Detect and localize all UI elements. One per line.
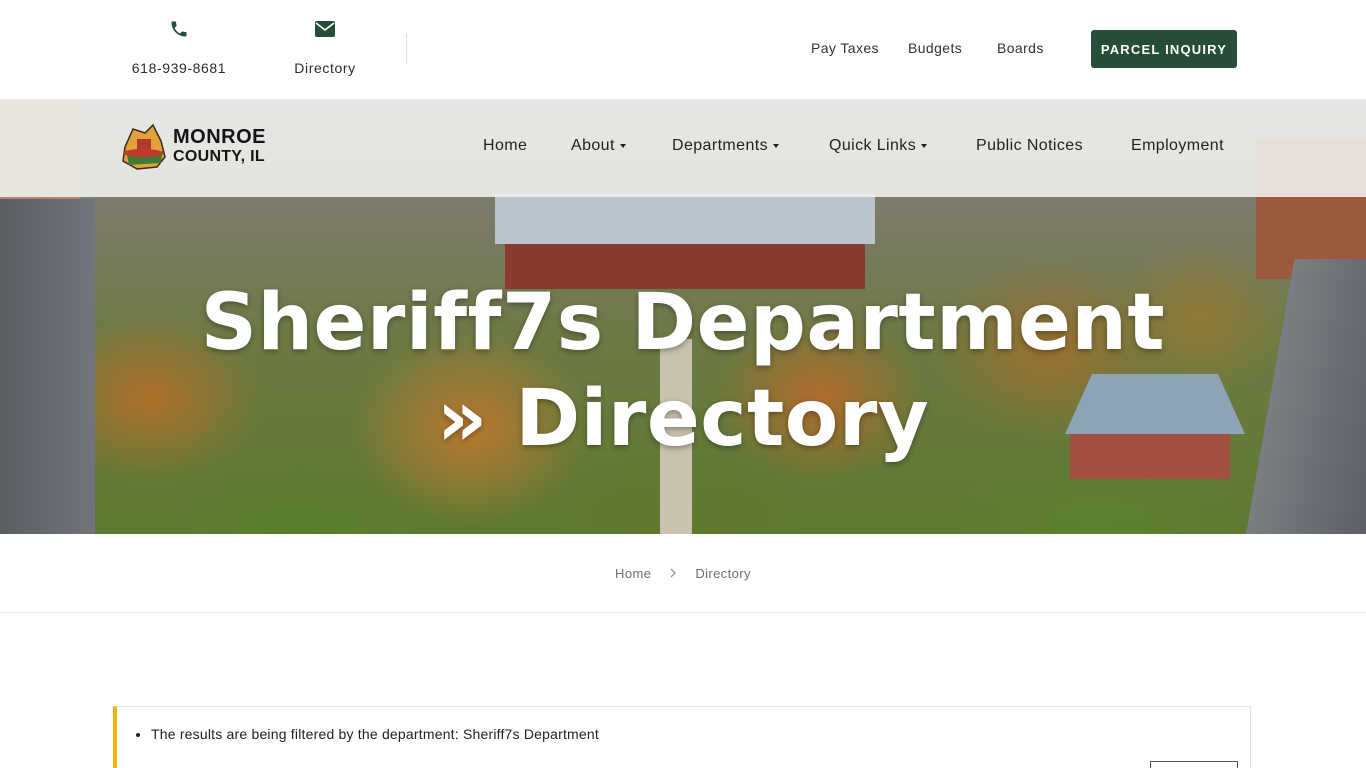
topbar-divider xyxy=(406,34,407,64)
caret-down-icon xyxy=(773,144,779,148)
hero-photo-roof xyxy=(495,194,875,244)
main-navigation-bar: MONROE COUNTY, IL Home About Departments… xyxy=(0,99,1366,197)
nav-about[interactable]: About xyxy=(571,137,626,155)
breadcrumb-current: Directory xyxy=(695,565,751,581)
directory-label: Directory xyxy=(294,60,356,76)
notice-list: The results are being filtered by the de… xyxy=(151,726,599,742)
nav-public-notices[interactable]: Public Notices xyxy=(976,137,1083,155)
phone-contact-link[interactable]: 618-939-8681 xyxy=(124,18,234,76)
nav-employment-label: Employment xyxy=(1131,137,1224,154)
nav-home[interactable]: Home xyxy=(483,137,527,155)
hero-photo-street xyxy=(1246,259,1366,534)
filter-notice: The results are being filtered by the de… xyxy=(113,706,1251,768)
notice-message: The results are being filtered by the de… xyxy=(151,726,599,742)
boards-link[interactable]: Boards xyxy=(997,40,1044,56)
caret-down-icon xyxy=(619,144,626,148)
pay-taxes-link[interactable]: Pay Taxes xyxy=(811,40,879,56)
nav-departments-label: Departments xyxy=(672,137,768,154)
show-all-button[interactable] xyxy=(1150,761,1238,768)
directory-contact-link[interactable]: Directory xyxy=(285,18,365,76)
budgets-link[interactable]: Budgets xyxy=(908,40,962,56)
envelope-icon xyxy=(314,18,336,40)
nav-employment[interactable]: Employment xyxy=(1131,137,1224,155)
nav-quick-links-label: Quick Links xyxy=(829,137,917,154)
parcel-inquiry-button[interactable]: PARCEL INQUIRY xyxy=(1091,30,1237,68)
nav-quick-links[interactable]: Quick Links xyxy=(829,137,928,155)
breadcrumb-home-link[interactable]: Home xyxy=(615,566,651,581)
top-utility-bar: 618-939-8681 Directory Pay Taxes Budgets… xyxy=(0,0,1366,99)
chevron-right-icon xyxy=(669,567,677,579)
nav-about-label: About xyxy=(571,137,615,154)
primary-nav: Home About Departments Quick Links Publi… xyxy=(0,137,1366,161)
nav-departments[interactable]: Departments xyxy=(672,137,779,155)
breadcrumb: Home Directory xyxy=(0,534,1366,613)
phone-number: 618-939-8681 xyxy=(131,60,227,76)
page-title: Sheriff7s Department » Directory xyxy=(200,278,1166,464)
phone-icon xyxy=(168,18,190,40)
hero-photo-street xyxy=(0,199,95,534)
nav-public-notices-label: Public Notices xyxy=(976,137,1083,154)
nav-home-label: Home xyxy=(483,137,528,154)
caret-down-icon xyxy=(921,144,928,148)
hero-banner: MONROE COUNTY, IL Home About Departments… xyxy=(0,99,1366,534)
